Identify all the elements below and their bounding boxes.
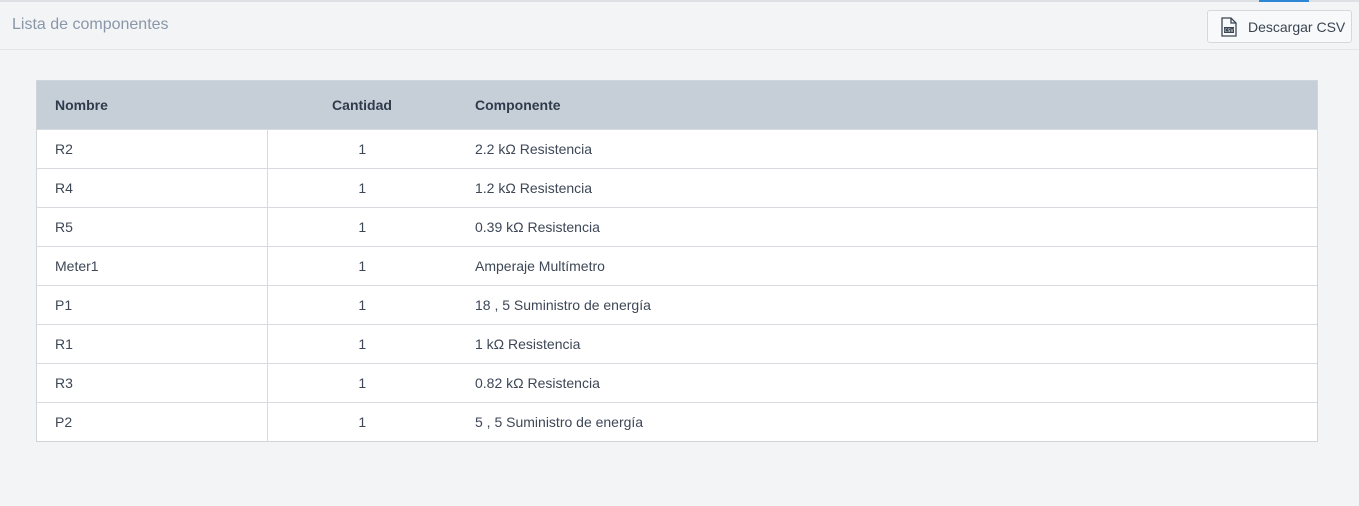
cell-quantity: 1 [358,257,367,274]
cell-quantity: 1 [358,335,367,352]
cell-quantity: 1 [358,296,367,313]
page-title: Lista de componentes [12,16,169,33]
cell-name: P1 [37,285,268,324]
cell-component: 1 kΩ Resistencia [475,335,581,352]
cell-name: R3 [37,363,268,402]
cell-name: R5 [37,207,268,246]
svg-text:CSV: CSV [1224,28,1234,34]
cell-component: 1.2 kΩ Resistencia [475,179,593,196]
cell-component: 0.39 kΩ Resistencia [475,218,600,235]
cell-quantity: 1 [358,179,367,196]
cell-component: 2.2 kΩ Resistencia [475,140,593,157]
table-row: R4 1 1.2 kΩ Resistencia [37,168,1317,207]
table-header-row: Nombre Cantidad Componente [37,81,1317,129]
cell-name: R4 [37,168,268,207]
column-header-component[interactable]: Componente [457,81,1317,129]
cell-quantity: 1 [358,374,367,391]
cell-quantity: 1 [358,140,367,157]
table-row: Meter1 1 Amperaje Multímetro [37,246,1317,285]
cell-component: 5 , 5 Suministro de energía [475,413,644,430]
cell-component: 0.82 kΩ Resistencia [475,374,600,391]
column-header-quantity[interactable]: Cantidad [267,81,457,129]
components-table: Nombre Cantidad Componente R2 1 2.2 kΩ R… [36,80,1318,442]
table-row: R5 1 0.39 kΩ Resistencia [37,207,1317,246]
table-row: P1 1 18 , 5 Suministro de energía [37,285,1317,324]
cell-name: Meter1 [37,246,268,285]
download-csv-button[interactable]: CSV Descargar CSV [1207,10,1352,43]
cell-name: R1 [37,324,268,363]
column-header-name[interactable]: Nombre [37,81,267,129]
cell-component: Amperaje Multímetro [475,257,605,274]
download-csv-label: Descargar CSV [1248,18,1346,35]
table-row: R1 1 1 kΩ Resistencia [37,324,1317,363]
csv-file-icon: CSV [1220,16,1238,37]
cell-name: P2 [37,402,268,441]
page-header: Lista de componentes CSV Descargar CSV [0,2,1359,50]
cell-component: 18 , 5 Suministro de energía [475,296,651,313]
table-row: R2 1 2.2 kΩ Resistencia [37,129,1317,168]
cell-quantity: 1 [358,218,367,235]
table-row: R3 1 0.82 kΩ Resistencia [37,363,1317,402]
cell-quantity: 1 [358,413,367,430]
table-row: P2 1 5 , 5 Suministro de energía [37,402,1317,441]
cell-name: R2 [37,129,268,168]
